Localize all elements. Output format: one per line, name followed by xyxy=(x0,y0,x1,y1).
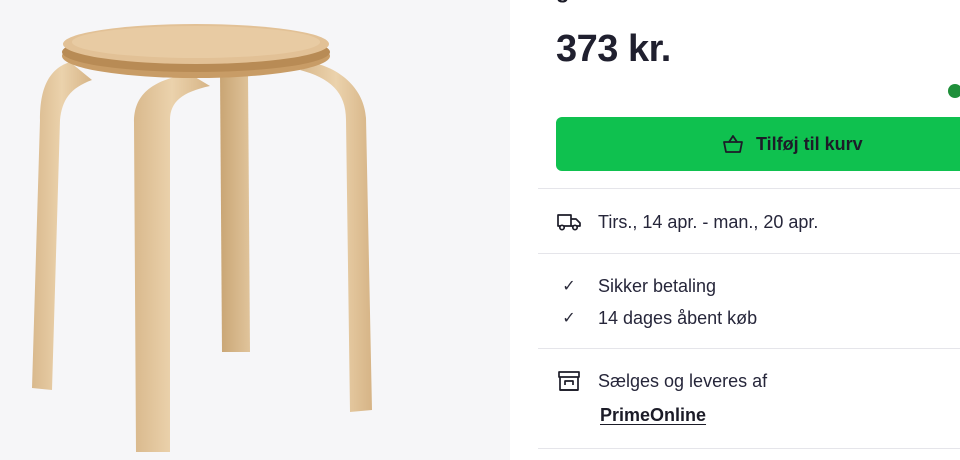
seller-name-link[interactable]: PrimeOnline xyxy=(600,405,706,426)
product-title-fragment: g xyxy=(556,0,796,4)
divider xyxy=(538,188,960,189)
stock-status-dot xyxy=(948,84,960,98)
divider xyxy=(538,348,960,349)
basket-icon xyxy=(722,133,744,155)
benefit-text: Sikker betaling xyxy=(598,275,717,296)
product-image[interactable] xyxy=(0,0,510,460)
truck-icon xyxy=(556,210,582,234)
store-icon xyxy=(556,369,582,393)
add-to-cart-button[interactable]: Tilføj til kurv xyxy=(556,117,960,171)
benefit-text: 14 dages åbent køb xyxy=(598,307,758,328)
benefit-item: ✓ Sikker betaling xyxy=(556,274,716,298)
check-icon: ✓ xyxy=(562,278,576,295)
delivery-text: Tirs., 14 apr. - man., 20 apr. xyxy=(598,211,819,232)
seller-label: Sælges og leveres af xyxy=(598,370,768,391)
benefit-item: ✓ 14 dages åbent køb xyxy=(556,306,757,330)
add-to-cart-label: Tilføj til kurv xyxy=(756,133,863,154)
product-details: g 373 kr. Tilføj til kurv Tirs., 14 apr.… xyxy=(510,0,960,460)
stool-illustration xyxy=(32,24,372,452)
divider xyxy=(538,448,960,449)
delivery-estimate: Tirs., 14 apr. - man., 20 apr. xyxy=(556,210,818,234)
check-icon: ✓ xyxy=(562,310,576,327)
divider xyxy=(538,253,960,254)
product-price: 373 kr. xyxy=(556,28,671,70)
seller-info: Sælges og leveres af xyxy=(556,369,767,393)
